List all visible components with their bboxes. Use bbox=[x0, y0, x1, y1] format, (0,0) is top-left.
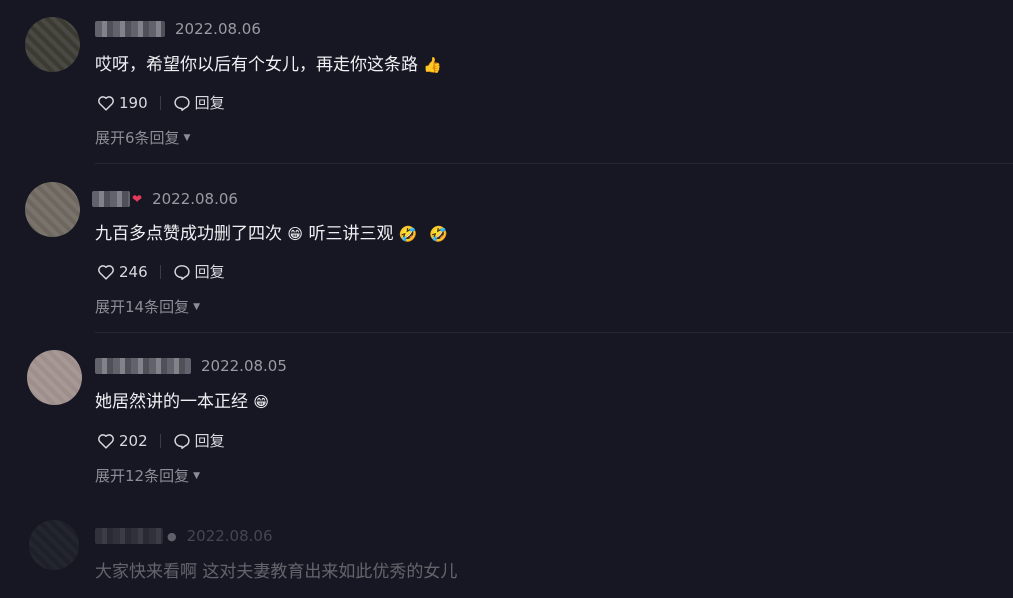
comment-date: 2022.08.06 bbox=[186, 527, 273, 545]
grin-emoji: 😁 bbox=[253, 393, 270, 411]
comment-header: ● 2022.08.06 bbox=[95, 526, 273, 546]
comment-header: 2022.08.05 bbox=[95, 356, 287, 376]
comment-header: ❤ 2022.08.06 bbox=[92, 189, 238, 209]
like-button[interactable]: 190 bbox=[97, 94, 148, 112]
avatar[interactable] bbox=[25, 182, 80, 237]
like-count: 202 bbox=[119, 431, 148, 450]
reply-button[interactable]: 回复 bbox=[173, 261, 225, 282]
grin-emoji: 😁 bbox=[287, 225, 304, 243]
action-separator bbox=[159, 433, 161, 448]
heart-emoji-icon: ❤ bbox=[132, 192, 143, 206]
comment-item: 2022.08.06 哎呀，希望你以后有个女儿，再走你这条路 👍 190 回复 … bbox=[0, 0, 1013, 164]
comment-actions: 190 回复 bbox=[97, 92, 225, 113]
username-blurred[interactable] bbox=[95, 528, 163, 544]
like-count: 246 bbox=[119, 262, 148, 281]
comment-text: 她居然讲的一本正经 😁 bbox=[95, 392, 270, 412]
reply-bubble-icon bbox=[174, 433, 190, 449]
comment-header: 2022.08.06 bbox=[95, 19, 261, 39]
caret-down-icon: ▼ bbox=[183, 132, 191, 143]
expand-replies-button[interactable]: 展开14条回复 ▼ bbox=[95, 296, 200, 317]
comment-text: 九百多点赞成功删了四次 😁 听三讲三观 🤣 🤣 bbox=[95, 224, 448, 244]
thumbs-up-emoji: 👍 bbox=[423, 56, 443, 74]
rofl-emoji: 🤣 bbox=[398, 225, 418, 243]
comment-item: ❤ 2022.08.06 九百多点赞成功删了四次 😁 听三讲三观 🤣 🤣 246… bbox=[0, 164, 1013, 333]
caret-down-icon: ▼ bbox=[193, 470, 201, 481]
reply-bubble-icon bbox=[174, 95, 190, 111]
expand-replies-button[interactable]: 展开6条回复 ▼ bbox=[95, 127, 190, 148]
heart-icon bbox=[98, 95, 114, 111]
heart-icon bbox=[98, 264, 114, 280]
reply-button[interactable]: 回复 bbox=[173, 92, 225, 113]
comment-actions: 246 回复 bbox=[97, 261, 225, 282]
reply-bubble-icon bbox=[174, 264, 190, 280]
comment-text: 哎呀，希望你以后有个女儿，再走你这条路 👍 bbox=[95, 55, 443, 75]
rofl-emoji: 🤣 bbox=[428, 225, 448, 243]
action-separator bbox=[159, 95, 161, 110]
comment-actions: 202 回复 bbox=[97, 430, 225, 451]
avatar[interactable] bbox=[27, 350, 82, 405]
avatar-emoji-icon: ● bbox=[167, 529, 177, 543]
reply-label: 回复 bbox=[194, 94, 225, 112]
username-blurred[interactable] bbox=[95, 21, 165, 37]
avatar[interactable] bbox=[29, 520, 79, 570]
avatar[interactable] bbox=[25, 17, 80, 72]
comment-item: ● 2022.08.06 大家快来看啊 这对夫妻教育出来如此优秀的女儿 bbox=[0, 503, 1013, 598]
heart-icon bbox=[98, 433, 114, 449]
reply-label: 回复 bbox=[194, 263, 225, 281]
username-blurred[interactable] bbox=[95, 358, 191, 374]
caret-down-icon: ▼ bbox=[193, 301, 201, 312]
reply-button[interactable]: 回复 bbox=[173, 430, 225, 451]
action-separator bbox=[159, 264, 161, 279]
comment-date: 2022.08.05 bbox=[201, 357, 287, 375]
like-count: 190 bbox=[119, 93, 148, 112]
like-button[interactable]: 246 bbox=[97, 263, 148, 281]
like-button[interactable]: 202 bbox=[97, 432, 148, 450]
comment-date: 2022.08.06 bbox=[175, 20, 261, 38]
comment-item: 2022.08.05 她居然讲的一本正经 😁 202 回复 展开12条回复 ▼ bbox=[0, 333, 1013, 503]
reply-label: 回复 bbox=[194, 432, 225, 450]
username-blurred[interactable] bbox=[92, 191, 130, 207]
comment-text: 大家快来看啊 这对夫妻教育出来如此优秀的女儿 bbox=[95, 562, 458, 582]
expand-replies-button[interactable]: 展开12条回复 ▼ bbox=[95, 465, 200, 486]
comment-date: 2022.08.06 bbox=[152, 190, 238, 208]
